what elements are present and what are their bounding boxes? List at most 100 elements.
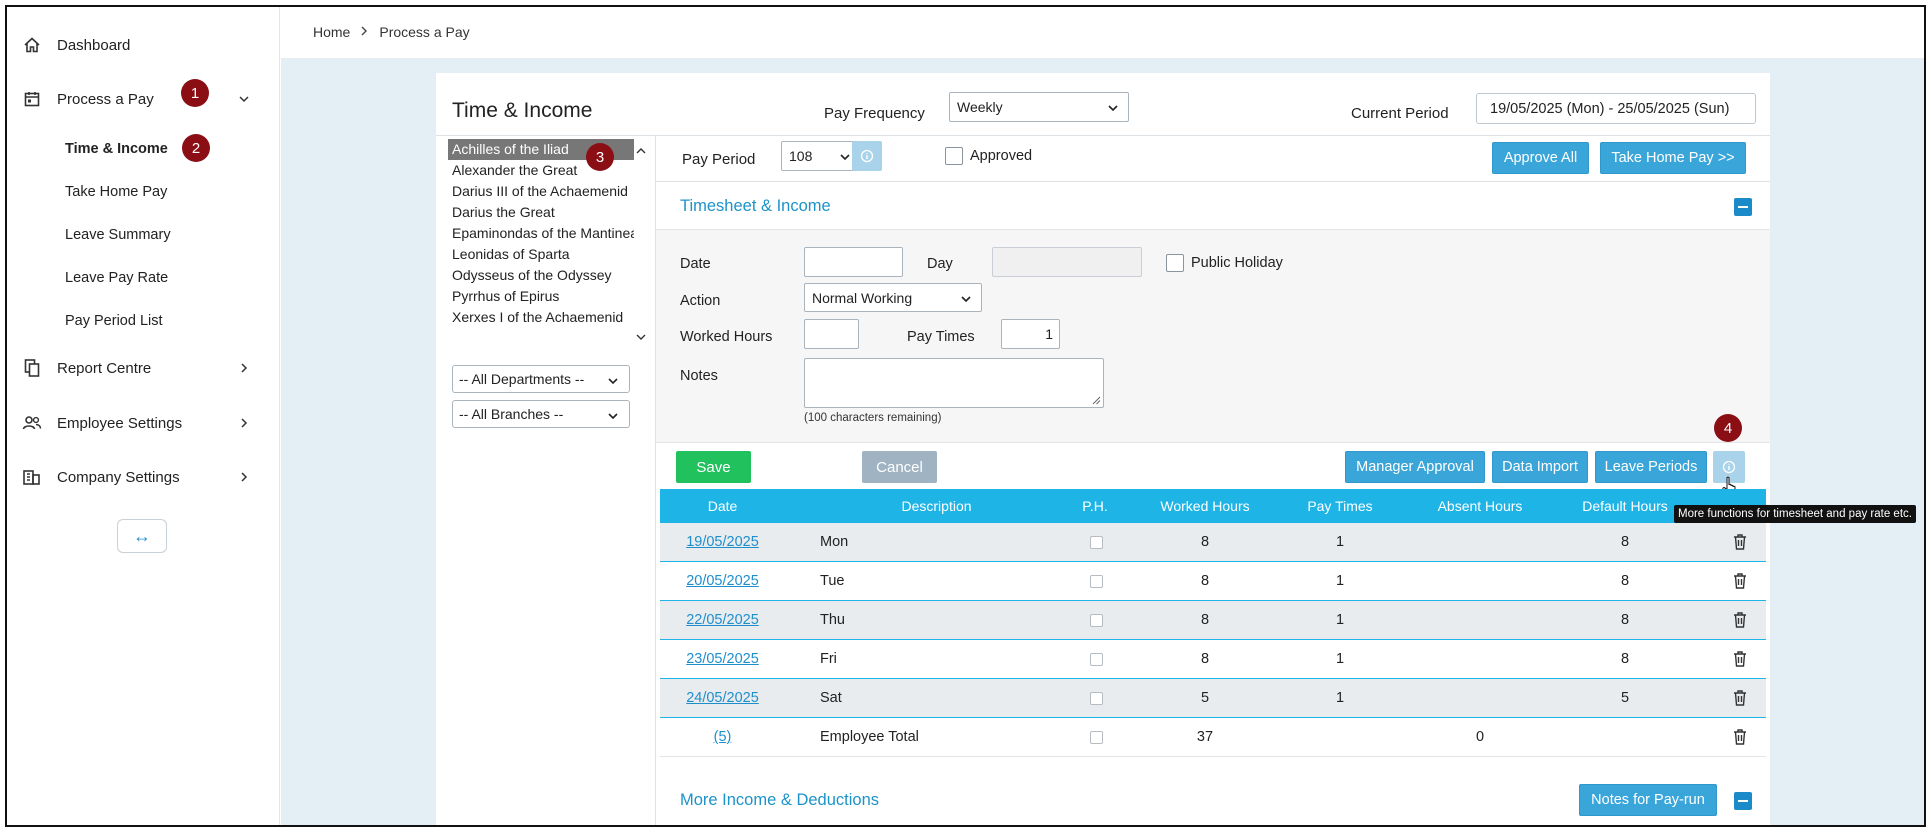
total-ph-checkbox[interactable]	[1090, 730, 1103, 744]
row-ph-checkbox[interactable]	[1090, 613, 1103, 627]
employee-item[interactable]: Pyrrhus of Epirus	[448, 286, 636, 307]
public-holiday-checkbox[interactable]	[1166, 254, 1184, 272]
row-ph-checkbox[interactable]	[1090, 535, 1103, 549]
info-icon	[1722, 460, 1736, 474]
employee-item[interactable]: Xerxes I of the Achaemenid	[448, 307, 636, 328]
employee-item[interactable]: Darius the Great	[448, 202, 636, 223]
sidebar-collapse-button[interactable]: ↔	[117, 519, 167, 553]
chevron-down-icon	[1107, 101, 1119, 113]
trash-icon[interactable]	[1732, 533, 1748, 551]
approve-all-button[interactable]: Approve All	[1492, 142, 1589, 174]
row-ph-checkbox[interactable]	[1090, 652, 1103, 666]
sidebar-item-company-settings[interactable]: Company Settings	[7, 457, 280, 497]
employee-item[interactable]: Darius III of the Achaemenid	[448, 181, 636, 202]
worked-hours-input[interactable]	[804, 319, 859, 349]
total-absent-hours: 0	[1475, 729, 1485, 745]
row-pay-times: 1	[1335, 534, 1345, 550]
scroll-down-icon[interactable]	[636, 329, 646, 340]
more-income-section-title[interactable]: More Income & Deductions	[680, 791, 879, 810]
row-pay-times: 1	[1335, 690, 1345, 706]
users-icon	[21, 412, 43, 434]
trash-icon[interactable]	[1732, 728, 1748, 746]
notes-for-pay-run-button[interactable]: Notes for Pay-run	[1579, 784, 1717, 816]
action-label: Action	[680, 293, 721, 309]
sidebar-item-report-centre[interactable]: Report Centre	[7, 348, 280, 388]
trash-icon[interactable]	[1732, 650, 1748, 668]
manager-approval-button[interactable]: Manager Approval	[1345, 451, 1485, 483]
department-filter-select[interactable]: -- All Departments --	[452, 365, 630, 393]
approved-checkbox[interactable]	[945, 147, 963, 165]
employee-item[interactable]: Epaminondas of the Mantinea	[448, 223, 636, 244]
trash-icon[interactable]	[1732, 572, 1748, 590]
row-default-hours: 5	[1620, 690, 1630, 706]
more-income-collapse-button[interactable]	[1734, 792, 1752, 810]
report-icon	[21, 357, 43, 379]
chevron-right-icon	[237, 361, 251, 375]
total-count-link[interactable]: (5)	[660, 729, 785, 745]
current-period-label: Current Period	[1351, 105, 1449, 122]
column-header-description: Description	[901, 498, 972, 514]
save-button[interactable]: Save	[676, 451, 751, 483]
row-date-link[interactable]: 20/05/2025	[660, 573, 785, 589]
sidebar-item-label: Employee Settings	[57, 414, 183, 432]
column-header-ph: P.H.	[1082, 498, 1108, 514]
row-date-link[interactable]: 22/05/2025	[660, 612, 785, 628]
notes-label: Notes	[680, 368, 718, 384]
chevron-right-icon	[237, 470, 251, 484]
sidebar-item-process-a-pay[interactable]: Process a Pay	[7, 79, 280, 119]
trash-icon[interactable]	[1732, 611, 1748, 629]
data-import-button[interactable]: Data Import	[1492, 451, 1588, 483]
pay-times-input[interactable]: 1	[1001, 319, 1060, 349]
cancel-button[interactable]: Cancel	[862, 451, 937, 483]
sidebar-subitem-time-income[interactable]: Time & Income	[65, 141, 168, 157]
breadcrumb-home[interactable]: Home	[313, 24, 350, 40]
notes-remaining-text: (100 characters remaining)	[804, 412, 942, 424]
employee-list[interactable]: Achilles of the Iliad Alexander the Grea…	[448, 139, 636, 342]
sidebar-subitem-leave-summary[interactable]: Leave Summary	[65, 227, 171, 243]
resize-handle-icon	[1092, 396, 1101, 405]
row-description: Mon	[820, 534, 849, 550]
pay-times-value: 1	[1045, 326, 1053, 342]
row-worked-hours: 8	[1200, 573, 1210, 589]
row-pay-times: 1	[1335, 651, 1345, 667]
timesheet-section-title[interactable]: Timesheet & Income	[680, 197, 831, 216]
column-header-pay-times: Pay Times	[1307, 498, 1373, 514]
table-row: 22/05/2025 Thu 8 1 8	[660, 601, 1766, 640]
sidebar-item-label: Process a Pay	[57, 90, 154, 108]
sidebar-item-employee-settings[interactable]: Employee Settings	[7, 403, 280, 443]
branch-filter-select[interactable]: -- All Branches --	[452, 400, 630, 428]
timesheet-collapse-button[interactable]	[1734, 198, 1752, 216]
action-value: Normal Working	[812, 289, 913, 306]
row-description: Thu	[820, 612, 845, 628]
date-input[interactable]	[804, 247, 903, 277]
app-window: Dashboard Process a Pay 1 Time & Income …	[5, 5, 1926, 827]
pay-frequency-select[interactable]: Weekly	[949, 92, 1129, 122]
employee-item[interactable]: Leonidas of Sparta	[448, 244, 636, 265]
sidebar-subitem-take-home-pay[interactable]: Take Home Pay	[65, 184, 167, 200]
sidebar-subitem-leave-pay-rate[interactable]: Leave Pay Rate	[65, 270, 168, 286]
notes-textarea[interactable]	[804, 358, 1104, 408]
pay-period-value: 108	[789, 148, 813, 164]
branch-filter-value: -- All Branches --	[459, 406, 564, 422]
employee-item[interactable]: Odysseus of the Odyssey	[448, 265, 636, 286]
pay-period-info-button[interactable]	[852, 141, 882, 171]
action-select[interactable]: Normal Working	[804, 283, 982, 312]
step-badge-4: 4	[1714, 414, 1742, 442]
chevron-down-icon	[960, 292, 972, 304]
page-title: Time & Income	[452, 99, 593, 122]
sidebar-subitem-pay-period-list[interactable]: Pay Period List	[65, 313, 163, 329]
pay-period-select[interactable]: 108	[781, 141, 861, 171]
row-date-link[interactable]: 19/05/2025	[660, 534, 785, 550]
row-ph-checkbox[interactable]	[1090, 574, 1103, 588]
leave-periods-button[interactable]: Leave Periods	[1595, 451, 1707, 483]
row-date-link[interactable]: 23/05/2025	[660, 651, 785, 667]
date-label: Date	[680, 256, 711, 272]
row-pay-times: 1	[1335, 573, 1345, 589]
row-date-link[interactable]: 24/05/2025	[660, 690, 785, 706]
scroll-up-icon[interactable]	[636, 143, 646, 154]
row-ph-checkbox[interactable]	[1090, 691, 1103, 705]
take-home-pay-button[interactable]: Take Home Pay >>	[1600, 142, 1746, 174]
trash-icon[interactable]	[1732, 689, 1748, 707]
sidebar-item-dashboard[interactable]: Dashboard	[7, 25, 280, 65]
employee-list-scrollbar[interactable]	[634, 139, 648, 342]
